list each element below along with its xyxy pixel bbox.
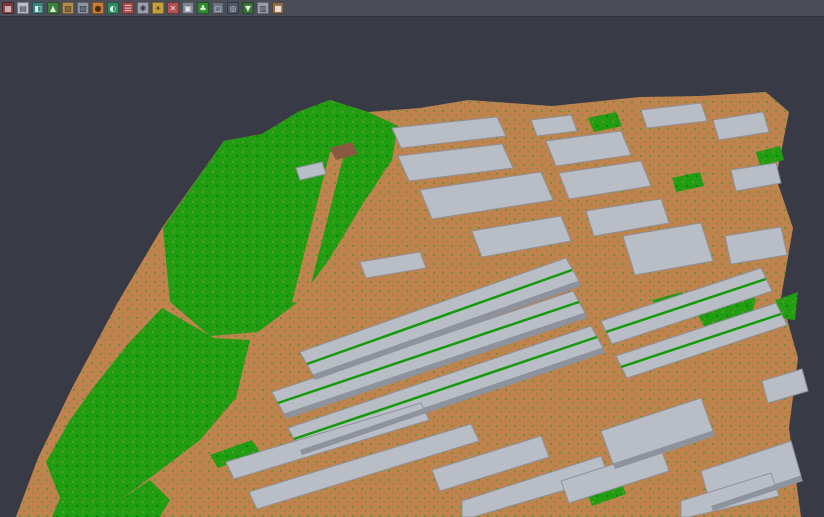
point-icon[interactable]: ● <box>92 2 104 14</box>
terrain-icon[interactable]: ▲ <box>47 2 59 14</box>
export-icon[interactable]: ■ <box>272 2 284 14</box>
close-tool-icon[interactable]: ✕ <box>167 2 179 14</box>
settings-icon[interactable]: ✱ <box>137 2 149 14</box>
list-icon[interactable]: ☰ <box>122 2 134 14</box>
viewport-3d[interactable] <box>0 0 824 517</box>
sphere-icon[interactable]: ◎ <box>227 2 239 14</box>
mesh-icon[interactable]: ▧ <box>77 2 89 14</box>
dem-icon[interactable]: ▨ <box>62 2 74 14</box>
light-icon[interactable]: ☀ <box>152 2 164 14</box>
map-layer-icon[interactable]: ▤ <box>17 2 29 14</box>
main-toolbar: ▦▤◧▲▨▧●◐☰✱☀✕▣♣▢◎▼▥■ <box>0 0 824 17</box>
panel-icon[interactable]: ▢ <box>212 2 224 14</box>
grid-tool-icon[interactable]: ▦ <box>2 2 14 14</box>
classified-pointcloud-scene <box>0 0 824 517</box>
vegetation-icon[interactable]: ♣ <box>197 2 209 14</box>
filter-icon[interactable]: ▼ <box>242 2 254 14</box>
table-icon[interactable]: ▥ <box>257 2 269 14</box>
application-window: ▦▤◧▲▨▧●◐☰✱☀✕▣♣▢◎▼▥■ <box>0 0 824 517</box>
frame-icon[interactable]: ▣ <box>182 2 194 14</box>
crop-region-icon[interactable]: ◧ <box>32 2 44 14</box>
globe-icon[interactable]: ◐ <box>107 2 119 14</box>
